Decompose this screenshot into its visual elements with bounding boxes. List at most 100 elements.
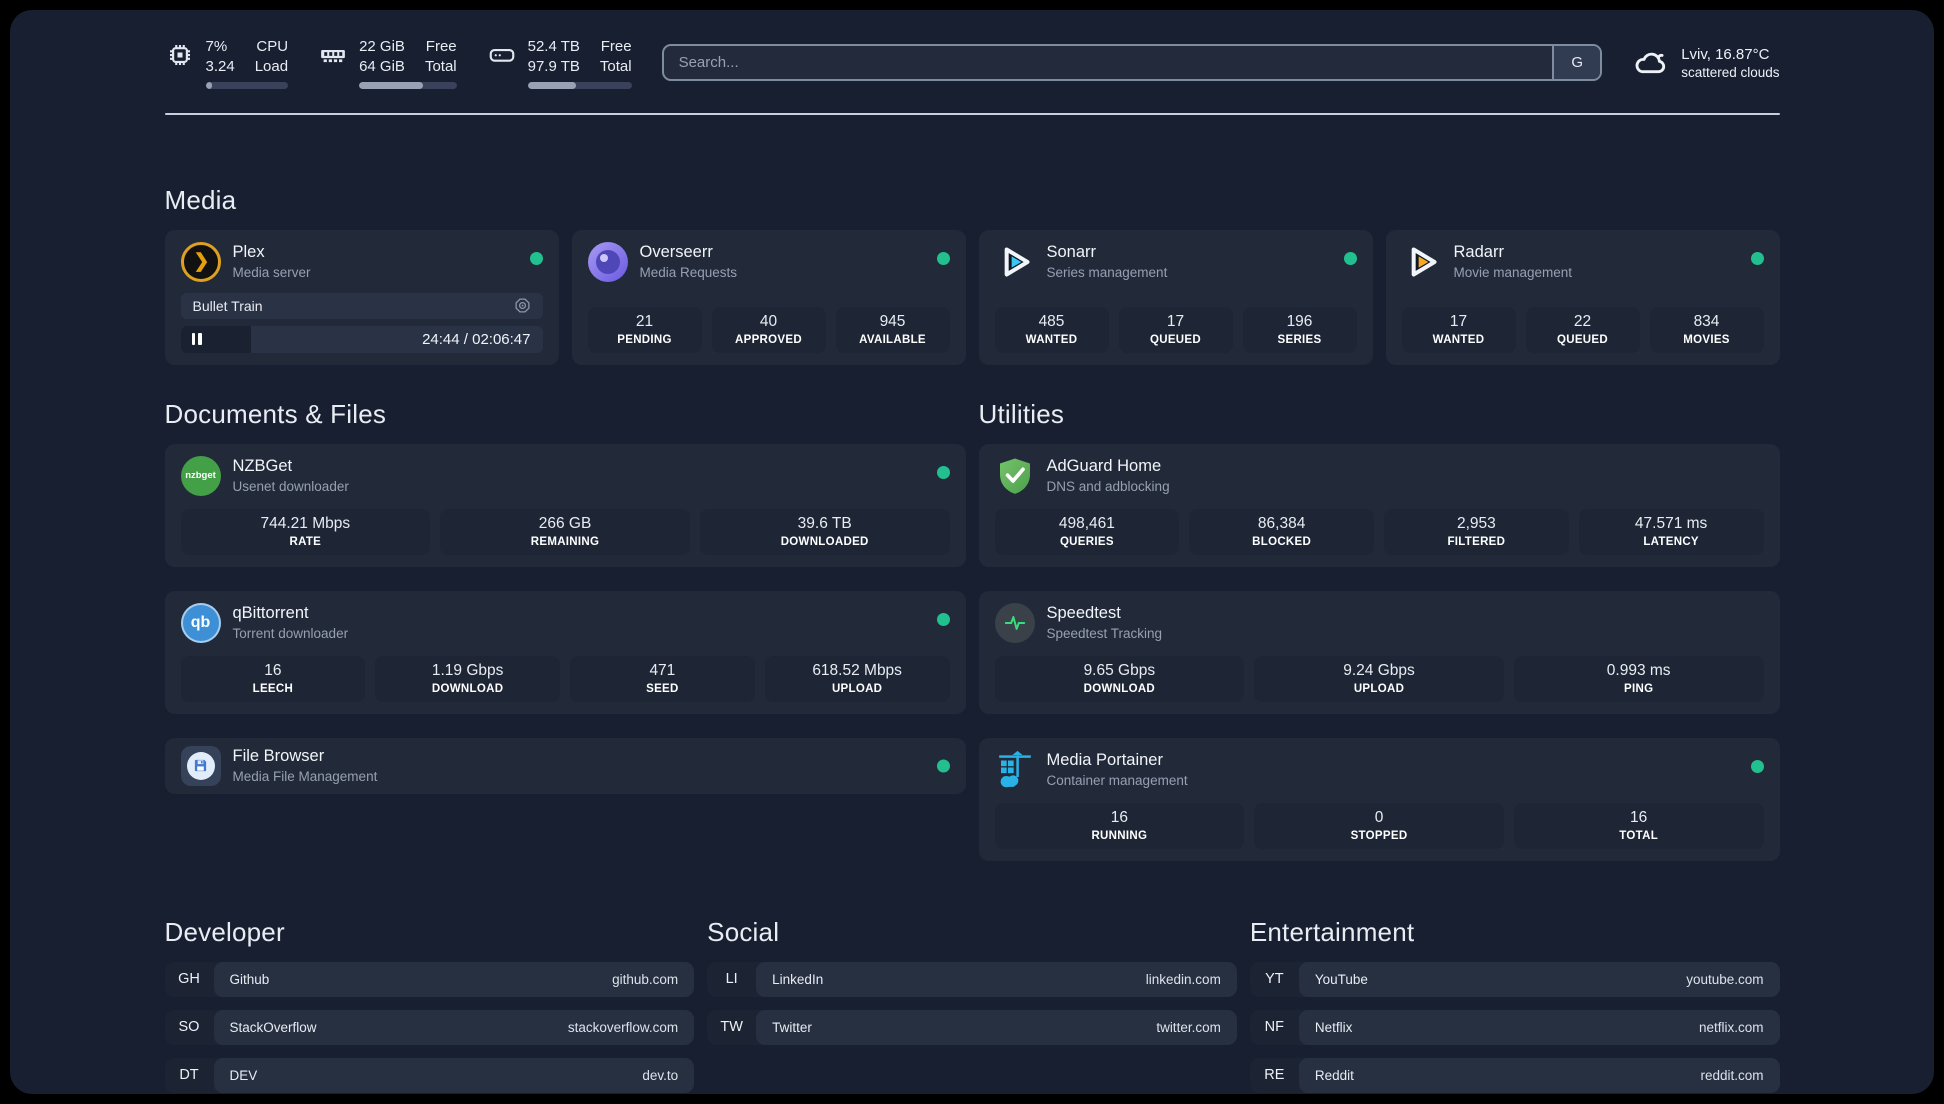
- link-badge: SO: [178, 1019, 200, 1036]
- plex-card: ❯ Plex Media server Bullet Train 24:44 /…: [164, 229, 559, 365]
- link-domain: linkedin.com: [1145, 971, 1221, 987]
- app-subtitle: DNS and adblocking: [1046, 479, 1170, 495]
- app-title: Plex: [232, 242, 265, 261]
- disk-progressbar: [527, 81, 632, 89]
- cpu-stat: 7% 3.24 CPU Load: [165, 37, 289, 89]
- link-stackoverflow[interactable]: SO StackOverflow stackoverflow.com: [164, 1009, 695, 1045]
- top-bar: 7% 3.24 CPU Load 22 GiB 64 GiB Free Tota…: [165, 37, 1780, 89]
- status-dot: [936, 759, 950, 773]
- adguard-icon[interactable]: [995, 456, 1035, 496]
- status-dot: [1750, 759, 1764, 773]
- app-title: Sonarr: [1046, 242, 1097, 261]
- link-github[interactable]: GH Github github.com: [164, 961, 695, 997]
- stat-box: 16 RUNNING: [994, 802, 1245, 849]
- app-title: Speedtest: [1046, 603, 1121, 622]
- cpu-progressbar: [205, 81, 289, 89]
- link-domain: stackoverflow.com: [567, 1019, 679, 1035]
- sonarr-card: Sonarr Series management 485 WANTED 17 QUE…: [978, 229, 1373, 365]
- ram-icon: [321, 50, 345, 63]
- radarr-icon[interactable]: [1402, 242, 1442, 282]
- link-domain: netflix.com: [1698, 1019, 1764, 1035]
- stat-box: 9.65 Gbps DOWNLOAD: [994, 655, 1245, 702]
- cpu-loadavg: 3.24: [205, 57, 235, 75]
- portainer-icon[interactable]: [995, 750, 1035, 790]
- stat-box: 86,384 BLOCKED: [1189, 508, 1374, 555]
- screenshot-frame: 7% 3.24 CPU Load 22 GiB 64 GiB Free Tota…: [0, 0, 1944, 1104]
- weather-widget: Lviv, 16.87°C scattered clouds: [1632, 44, 1780, 82]
- adguard-card: AdGuard Home DNS and adblocking 498,461 Q…: [978, 443, 1780, 567]
- link-youtube[interactable]: YT YouTube youtube.com: [1249, 961, 1780, 997]
- sonarr-icon[interactable]: [995, 242, 1035, 282]
- filebrowser-card: File Browser Media File Management: [164, 737, 966, 794]
- link-dev[interactable]: DT DEV dev.to: [164, 1057, 695, 1093]
- section-title-media: Media: [164, 184, 237, 215]
- app-subtitle: Speedtest Tracking: [1046, 626, 1163, 642]
- nzbget-icon[interactable]: nzbget: [180, 455, 221, 496]
- status-dot: [1750, 251, 1764, 265]
- link-badge: LI: [725, 971, 738, 988]
- app-subtitle: Media File Management: [232, 769, 378, 785]
- link-linkedin[interactable]: LI LinkedIn linkedin.com: [707, 961, 1237, 997]
- link-netflix[interactable]: NF Netflix netflix.com: [1249, 1009, 1780, 1045]
- status-dot: [936, 465, 950, 479]
- cpu-icon: [169, 45, 190, 65]
- radarr-card: Radarr Movie management 17 WANTED 22 QUEUE…: [1385, 229, 1780, 365]
- link-domain: youtube.com: [1686, 971, 1764, 987]
- app-subtitle: Usenet downloader: [232, 479, 349, 495]
- stat-box: 618.52 Mbps UPLOAD: [764, 655, 950, 702]
- search-input[interactable]: [663, 46, 1553, 80]
- stat-box: 47.571 ms LATENCY: [1578, 508, 1764, 555]
- video-session-icon[interactable]: [514, 297, 531, 314]
- cloud-icon: [1635, 52, 1666, 73]
- link-name: Github: [229, 971, 270, 987]
- section-title-utilities: Utilities: [978, 398, 1065, 429]
- qbittorrent-icon[interactable]: qb: [180, 602, 221, 643]
- stat-box: 196 SERIES: [1242, 306, 1357, 353]
- overseerr-icon[interactable]: [587, 241, 628, 282]
- filebrowser-icon[interactable]: [180, 745, 221, 786]
- link-domain: dev.to: [642, 1067, 679, 1083]
- link-twitter[interactable]: TW Twitter twitter.com: [707, 1009, 1237, 1045]
- link-domain: reddit.com: [1700, 1067, 1764, 1083]
- playback-time: 24:44 / 02:06:47: [422, 330, 531, 348]
- disk-total: 97.9 TB: [527, 57, 580, 75]
- stat-box: 498,461 QUERIES: [994, 508, 1180, 555]
- plex-icon[interactable]: ❯: [180, 241, 221, 282]
- search-engine-button[interactable]: G: [1552, 46, 1601, 80]
- disk-label-2: Total: [599, 57, 632, 75]
- status-dot: [1343, 251, 1357, 265]
- overseerr-card: Overseerr Media Requests 21 PENDING 40 APP…: [571, 229, 966, 365]
- speedtest-icon[interactable]: [994, 602, 1035, 643]
- stat-box: 744.21 Mbps RATE: [180, 508, 431, 555]
- app-title: NZBGet: [232, 456, 293, 475]
- stat-box: 21 PENDING: [587, 306, 702, 353]
- app-title: qBittorrent: [232, 603, 309, 622]
- pause-icon[interactable]: [191, 333, 202, 346]
- app-title: AdGuard Home: [1046, 456, 1162, 475]
- link-badge: TW: [720, 1019, 743, 1036]
- app-title: Media Portainer: [1046, 750, 1163, 769]
- link-name: LinkedIn: [772, 971, 824, 987]
- memory-total: 64 GiB: [359, 57, 405, 75]
- link-reddit[interactable]: RE Reddit reddit.com: [1249, 1057, 1780, 1093]
- app-subtitle: Movie management: [1453, 265, 1573, 281]
- now-playing-title: Bullet Train: [192, 297, 263, 314]
- app-title: Radarr: [1453, 242, 1504, 261]
- disk-label-1: Free: [600, 38, 632, 55]
- link-domain: twitter.com: [1156, 1019, 1221, 1035]
- app-title: Overseerr: [639, 242, 713, 261]
- now-playing-row: Bullet Train: [180, 292, 543, 319]
- memory-free: 22 GiB: [359, 38, 405, 55]
- weather-condition: scattered clouds: [1681, 64, 1780, 80]
- memory-label-2: Total: [424, 57, 457, 75]
- header-divider: [164, 112, 1780, 115]
- link-badge: RE: [1264, 1067, 1285, 1084]
- app-subtitle: Media server: [232, 265, 311, 281]
- stat-box: 471 SEED: [570, 655, 755, 702]
- link-name: DEV: [229, 1067, 258, 1083]
- link-name: Netflix: [1314, 1019, 1353, 1035]
- stat-box: 2,953 FILTERED: [1384, 508, 1569, 555]
- stat-box: 945 AVAILABLE: [835, 306, 950, 353]
- search-bar: G: [661, 44, 1603, 82]
- link-name: StackOverflow: [229, 1019, 317, 1035]
